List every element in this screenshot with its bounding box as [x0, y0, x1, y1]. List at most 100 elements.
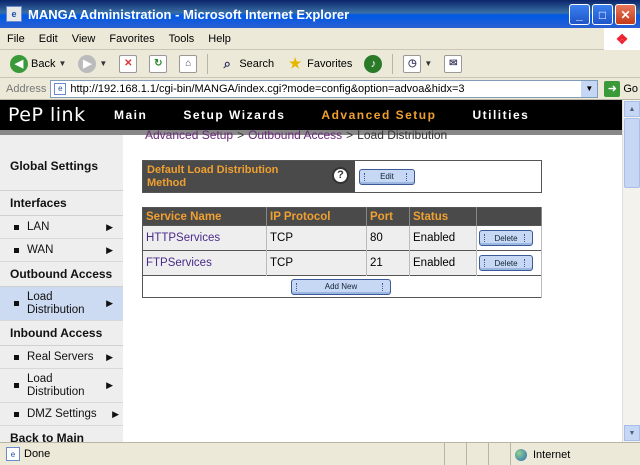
back-button[interactable]: ◀ Back ▼ — [6, 53, 70, 75]
table-row: HTTPServices TCP 80 Enabled Delete — [142, 225, 542, 251]
ie-icon: e — [6, 6, 22, 22]
service-name-link[interactable]: HTTPServices — [142, 225, 267, 251]
menu-view[interactable]: View — [65, 33, 103, 45]
service-protocol: TCP — [266, 250, 367, 276]
media-button[interactable]: ♪ — [360, 53, 386, 75]
col-status: Status — [409, 207, 477, 226]
sidebar: Global Settings Interfaces LAN ▶ WAN ▶ O… — [0, 135, 123, 442]
chevron-right-icon: ▶ — [106, 298, 113, 308]
favorites-button[interactable]: ★ Favorites — [282, 53, 356, 75]
media-icon: ♪ — [364, 54, 383, 73]
address-dropdown-icon[interactable]: ▼ — [581, 80, 598, 97]
window-title: MANGA Administration - Microsoft Interne… — [28, 6, 350, 22]
bullet-icon — [14, 301, 19, 306]
address-url: http://192.168.1.1/cgi-bin/MANGA/index.c… — [70, 82, 465, 95]
sidebar-back-to-main[interactable]: Back to Main — [0, 426, 123, 442]
nav-utilities[interactable]: Utilities — [454, 108, 547, 122]
delete-button[interactable]: Delete — [479, 230, 533, 246]
chevron-right-icon: ▶ — [106, 244, 113, 255]
back-dropdown-icon[interactable]: ▼ — [58, 59, 66, 68]
forward-arrow-icon: ▶ — [78, 54, 97, 73]
forward-dropdown-icon[interactable]: ▼ — [99, 59, 107, 68]
back-arrow-icon: ◀ — [10, 54, 28, 73]
status-panel — [444, 443, 466, 465]
toolbar-separator — [392, 53, 394, 74]
refresh-button[interactable]: ↻ — [145, 53, 171, 75]
load-distribution-method-box: Default Load Distribution Method ? Edit — [142, 160, 542, 193]
sidebar-outbound-heading: Outbound Access — [0, 262, 123, 287]
history-dropdown-icon[interactable]: ▼ — [424, 59, 432, 68]
history-button[interactable]: ◷ ▼ — [399, 53, 436, 75]
sidebar-item-wan[interactable]: WAN ▶ — [0, 239, 123, 262]
table-header-row: Service Name IP Protocol Port Status — [142, 207, 542, 226]
address-label: Address — [6, 82, 47, 95]
stop-icon: ✕ — [119, 54, 138, 73]
home-button[interactable]: ⌂ — [175, 53, 201, 75]
search-label: Search — [239, 57, 275, 70]
minimize-button[interactable]: _ — [569, 4, 590, 25]
page-done-icon: e — [6, 447, 20, 461]
address-input[interactable]: e http://192.168.1.1/cgi-bin/MANGA/index… — [50, 79, 599, 98]
delete-button[interactable]: Delete — [479, 255, 533, 271]
favorites-label: Favorites — [307, 57, 353, 70]
app-header: PeP link Main Setup Wizards Advanced Set… — [0, 100, 622, 130]
mail-button[interactable]: ✉ — [440, 53, 466, 75]
page-viewport: PeP link Main Setup Wizards Advanced Set… — [0, 100, 622, 442]
lb-method-label: Default Load Distribution Method — [147, 164, 279, 189]
nav-advanced-setup[interactable]: Advanced Setup — [303, 108, 454, 122]
go-arrow-icon: ➜ — [604, 80, 621, 97]
sidebar-global-settings[interactable]: Global Settings — [0, 155, 123, 191]
sidebar-item-label: LAN — [27, 221, 50, 233]
sidebar-item-real-servers[interactable]: Real Servers ▶ — [0, 346, 123, 369]
breadcrumb-current: Load Distribution — [357, 128, 448, 142]
add-new-button[interactable]: Add New — [291, 278, 391, 295]
close-button[interactable]: ✕ — [615, 4, 636, 25]
sidebar-item-dmz-settings[interactable]: DMZ Settings ▶ — [0, 403, 123, 426]
history-icon: ◷ — [403, 54, 422, 73]
nav-setup-wizards[interactable]: Setup Wizards — [165, 108, 303, 122]
menu-file[interactable]: File — [0, 33, 32, 45]
col-service-name: Service Name — [142, 207, 267, 226]
scroll-up-icon[interactable]: ▲ — [624, 101, 640, 117]
sidebar-inbound-heading: Inbound Access — [0, 321, 123, 346]
breadcrumb: Advanced Setup > Outbound Access > Load Dist… — [145, 128, 447, 142]
window-title-bar: e MANGA Administration - Microsoft Inter… — [0, 0, 640, 28]
menu-tools[interactable]: Tools — [162, 33, 202, 45]
actions-cell: Delete — [476, 225, 542, 251]
sidebar-item-label: Real Servers — [27, 351, 94, 363]
sidebar-item-lan[interactable]: LAN ▶ — [0, 216, 123, 239]
menu-help[interactable]: Help — [201, 33, 238, 45]
vertical-scrollbar[interactable]: ▲ ▼ — [622, 100, 640, 442]
toolbar: ◀ Back ▼ ▶ ▼ ✕ ↻ ⌂ ⌕ Search ★ Favorites … — [0, 50, 640, 78]
edit-button[interactable]: Edit — [359, 168, 415, 185]
go-button[interactable]: ➜ Go — [604, 80, 638, 97]
security-zone: Internet — [510, 443, 640, 465]
back-label: Back — [31, 57, 56, 70]
chevron-right-icon: ▶ — [106, 221, 113, 232]
favorites-star-icon: ★ — [288, 55, 302, 71]
search-button[interactable]: ⌕ Search — [214, 53, 278, 75]
sidebar-item-outbound-load-distribution[interactable]: Load Distribution ▶ — [0, 287, 123, 321]
forward-button[interactable]: ▶ ▼ — [74, 53, 111, 75]
service-name-link[interactable]: FTPServices — [142, 250, 267, 276]
scroll-down-icon[interactable]: ▼ — [624, 425, 640, 441]
nav-main[interactable]: Main — [96, 108, 165, 122]
menu-edit[interactable]: Edit — [32, 33, 65, 45]
menu-favorites[interactable]: Favorites — [102, 33, 161, 45]
maximize-button[interactable]: □ — [592, 4, 613, 25]
chevron-right-icon: ▶ — [106, 380, 113, 390]
help-icon[interactable]: ? — [332, 167, 349, 184]
sidebar-interfaces-heading: Interfaces — [0, 191, 123, 216]
sidebar-item-inbound-load-distribution[interactable]: Load Distribution ▶ — [0, 369, 123, 403]
breadcrumb-outbound-access[interactable]: Outbound Access — [248, 128, 342, 142]
stop-button[interactable]: ✕ — [115, 53, 141, 75]
sidebar-item-label: DMZ Settings — [27, 408, 97, 420]
col-port: Port — [366, 207, 410, 226]
address-bar: Address e http://192.168.1.1/cgi-bin/MAN… — [0, 78, 640, 100]
sidebar-item-label: WAN — [27, 244, 54, 256]
scroll-thumb[interactable] — [624, 118, 640, 188]
breadcrumb-advanced-setup[interactable]: Advanced Setup — [145, 128, 233, 142]
windows-logo-icon: ❖ — [604, 28, 640, 50]
peplink-logo[interactable]: PeP link — [0, 100, 96, 130]
search-icon: ⌕ — [223, 55, 231, 71]
